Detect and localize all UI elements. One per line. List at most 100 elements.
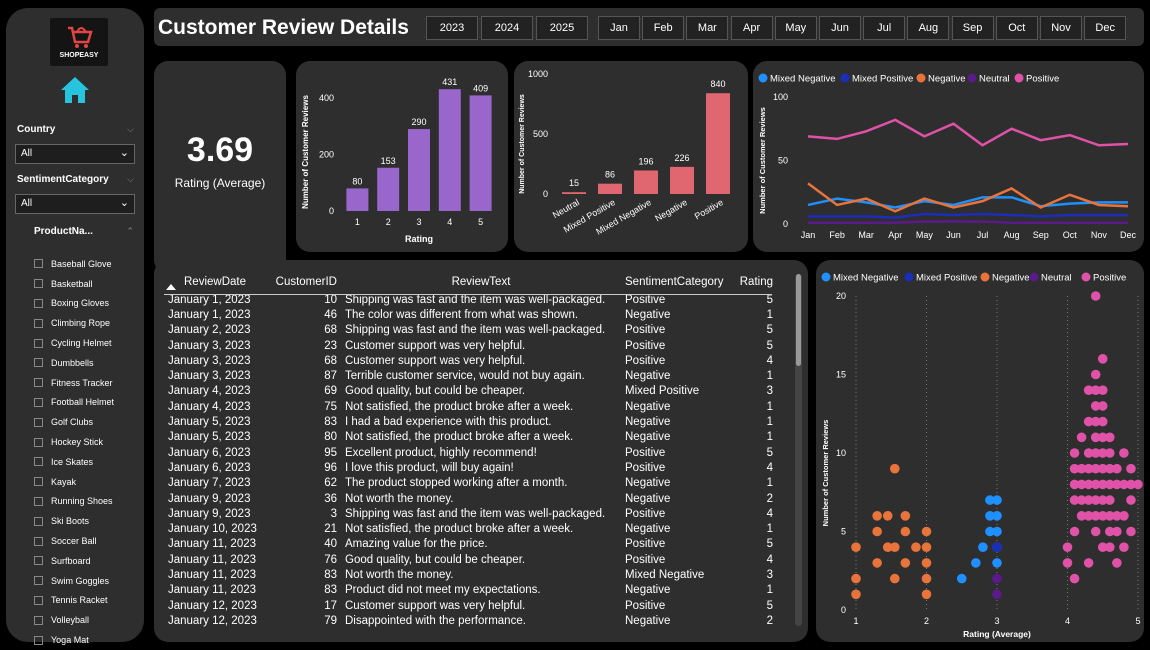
product-item[interactable]: Boxing Gloves <box>34 294 114 314</box>
table-row[interactable]: January 12, 2023 17 Customer support was v… <box>164 598 777 613</box>
checkbox[interactable] <box>34 576 43 586</box>
checkbox[interactable] <box>34 397 43 407</box>
product-item[interactable]: Cycling Helmet <box>34 333 114 353</box>
product-item[interactable]: Baseball Glove <box>34 254 114 274</box>
checkbox[interactable] <box>34 536 43 546</box>
table-row[interactable]: January 5, 2023 83 I had a bad experience … <box>164 414 777 429</box>
product-item[interactable]: Tennis Racket <box>34 591 114 611</box>
product-item[interactable]: Fitness Tracker <box>34 373 114 393</box>
col-customer-id[interactable]: CustomerID <box>268 272 341 292</box>
month-button-apr[interactable]: Apr <box>730 16 773 40</box>
checkbox[interactable] <box>34 457 43 467</box>
month-button-mar[interactable]: Mar <box>686 16 729 40</box>
col-review-date[interactable]: ReviewDate <box>164 272 268 292</box>
month-button-may[interactable]: May <box>774 16 817 40</box>
table-row[interactable]: January 7, 2023 62 The product stopped wor… <box>164 476 777 491</box>
checkbox[interactable] <box>34 298 43 308</box>
product-item[interactable]: Soccer Ball <box>34 531 114 551</box>
month-button-dec[interactable]: Dec <box>1084 16 1127 40</box>
checkbox[interactable] <box>34 496 43 506</box>
checkbox[interactable] <box>34 378 43 388</box>
checkbox[interactable] <box>34 279 43 289</box>
year-button-2025[interactable]: 2025 <box>536 16 588 40</box>
scatter-point <box>872 511 882 521</box>
month-button-feb[interactable]: Feb <box>642 16 685 40</box>
col-rating[interactable]: Rating <box>733 272 777 292</box>
product-item[interactable]: Running Shoes <box>34 492 114 512</box>
checkbox[interactable] <box>34 259 43 269</box>
chevron-down-icon[interactable]: ⌵ <box>127 174 134 185</box>
product-item[interactable]: Ski Boots <box>34 511 114 531</box>
month-button-aug[interactable]: Aug <box>907 16 950 40</box>
product-item[interactable]: Climbing Rope <box>34 313 114 333</box>
chevron-up-icon[interactable]: ⌃ <box>126 226 134 237</box>
scatter-point <box>1090 291 1101 301</box>
table-cell: Positive <box>625 446 666 459</box>
table-row[interactable]: January 9, 2023 36 Not worth the money. Neg… <box>164 491 777 506</box>
month-button-nov[interactable]: Nov <box>1040 16 1082 40</box>
product-item[interactable]: Football Helmet <box>34 393 114 413</box>
checkbox[interactable] <box>34 358 43 368</box>
table-row[interactable]: January 11, 2023 83 Not worth the money. Mi… <box>164 567 777 582</box>
table-row[interactable]: January 11, 2023 40 Amazing value for the … <box>164 537 777 552</box>
country-select[interactable]: All ⌄ <box>15 144 135 164</box>
product-item[interactable]: Golf Clubs <box>34 412 114 432</box>
table-row[interactable]: January 11, 2023 76 Good quality, but coul… <box>164 552 777 567</box>
table-row[interactable]: January 10, 2023 21 Not satisfied, the pro… <box>164 521 777 536</box>
product-item[interactable]: Swim Goggles <box>34 571 114 591</box>
month-button-jun[interactable]: Jun <box>819 16 861 40</box>
scatter-point <box>1133 479 1143 490</box>
month-button-jan[interactable]: Jan <box>598 16 640 40</box>
rating-bar-chart-svg: 0 200 400 80 1 153 2 290 3 431 4 409 5 Rating Number o… <box>301 77 492 244</box>
chevron-down-icon[interactable]: ⌵ <box>127 124 134 135</box>
table-row[interactable]: January 6, 2023 95 Excellent product, high… <box>164 445 777 460</box>
table-row[interactable]: January 4, 2023 69 Good quality, but could… <box>164 384 777 399</box>
product-item[interactable]: Surfboard <box>34 551 114 571</box>
product-item[interactable]: Ice Skates <box>34 452 114 472</box>
checkbox[interactable] <box>34 595 43 605</box>
col-review-text[interactable]: ReviewText <box>341 272 621 292</box>
table-row[interactable]: January 3, 2023 68 Customer support was ve… <box>164 353 777 368</box>
product-item[interactable]: Basketball <box>34 274 114 294</box>
table-row[interactable]: January 2, 2023 68 Shipping was fast and t… <box>164 323 777 338</box>
month-button-oct[interactable]: Oct <box>995 16 1038 40</box>
checkbox[interactable] <box>34 417 43 427</box>
table-row[interactable]: January 5, 2023 80 Not satisfied, the prod… <box>164 430 777 445</box>
product-item[interactable]: Volleyball <box>34 610 114 630</box>
checkbox[interactable] <box>34 516 43 526</box>
table-row[interactable]: January 1, 2023 46 The color was different… <box>164 307 777 322</box>
year-button-2024[interactable]: 2024 <box>481 16 533 40</box>
shopeasy-logo[interactable]: SHOPEASY <box>50 18 108 66</box>
product-item[interactable]: Yoga Mat <box>34 630 114 650</box>
sentiment-select[interactable]: All ⌄ <box>15 194 135 214</box>
table-row[interactable]: January 12, 2023 79 Disappointed with the … <box>164 613 777 628</box>
checkbox[interactable] <box>34 318 43 328</box>
product-item[interactable]: Dumbbells <box>34 353 114 373</box>
scatter-point <box>921 558 932 568</box>
checkbox[interactable] <box>34 556 43 566</box>
table-row[interactable]: January 9, 2023 3 Shipping was fast and th… <box>164 506 777 521</box>
product-label: Kayak <box>51 476 77 487</box>
table-row[interactable]: January 11, 2023 83 Product did not meet m… <box>164 583 777 598</box>
month-button-sep[interactable]: Sep <box>951 16 994 40</box>
home-icon[interactable] <box>60 76 90 109</box>
table-row[interactable]: January 4, 2023 75 Not satisfied, the prod… <box>164 399 777 414</box>
data-label: 15 <box>569 178 579 188</box>
checkbox[interactable] <box>34 338 43 348</box>
checkbox[interactable] <box>34 635 43 645</box>
legend-marker <box>1029 272 1039 282</box>
product-item[interactable]: Hockey Stick <box>34 432 114 452</box>
checkbox[interactable] <box>34 477 43 487</box>
month-button-jul[interactable]: Jul <box>863 16 906 40</box>
table-row[interactable]: January 6, 2023 96 I love this product, wi… <box>164 460 777 475</box>
scatter-point <box>1112 463 1122 474</box>
scrollbar-thumb[interactable] <box>796 274 801 366</box>
checkbox[interactable] <box>34 615 43 625</box>
product-item[interactable]: Kayak <box>34 472 114 492</box>
table-row[interactable]: January 3, 2023 87 Terrible customer servi… <box>164 368 777 383</box>
col-sentiment[interactable]: SentimentCategory <box>621 272 733 292</box>
table-scrollbar[interactable] <box>795 274 802 626</box>
table-row[interactable]: January 3, 2023 23 Customer support was ve… <box>164 338 777 353</box>
checkbox[interactable] <box>34 437 43 447</box>
year-button-2023[interactable]: 2023 <box>426 16 478 40</box>
